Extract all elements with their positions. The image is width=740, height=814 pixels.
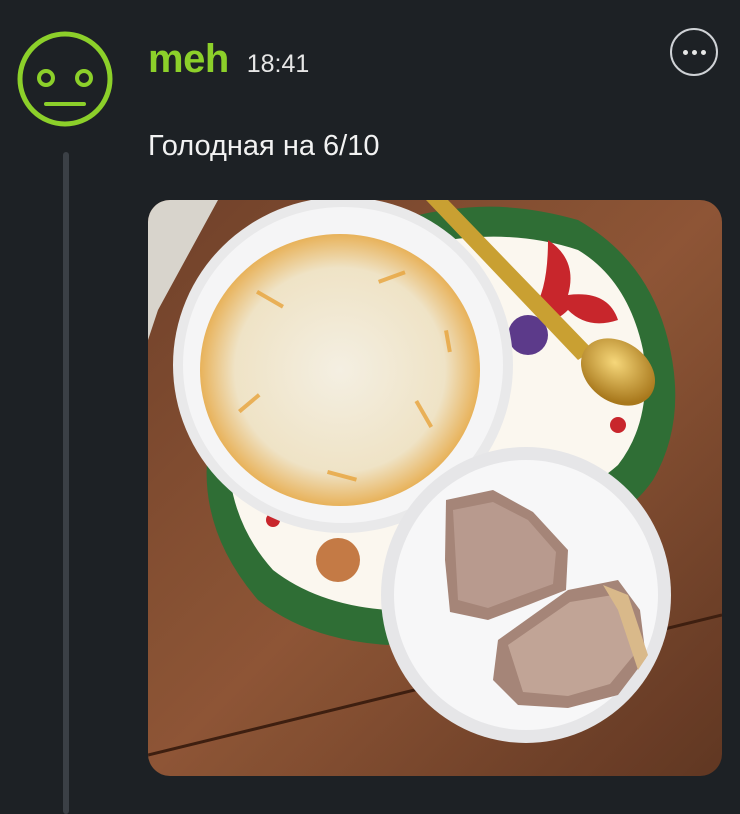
more-options-button[interactable] [670, 28, 718, 76]
avatar[interactable] [16, 30, 114, 128]
post: meh 18:41 Голодная на 6/10 [0, 0, 740, 814]
food-photo-icon [148, 200, 722, 776]
neutral-face-icon [17, 31, 113, 127]
username[interactable]: meh [148, 34, 229, 84]
post-text: Голодная на 6/10 [148, 130, 380, 162]
thread-line [63, 152, 69, 814]
timestamp: 18:41 [246, 50, 310, 78]
more-horizontal-icon [682, 49, 688, 55]
more-dot [691, 49, 697, 55]
post-photo[interactable] [148, 200, 722, 776]
post-header: meh 18:41 [148, 34, 309, 84]
more-dot [700, 49, 706, 55]
